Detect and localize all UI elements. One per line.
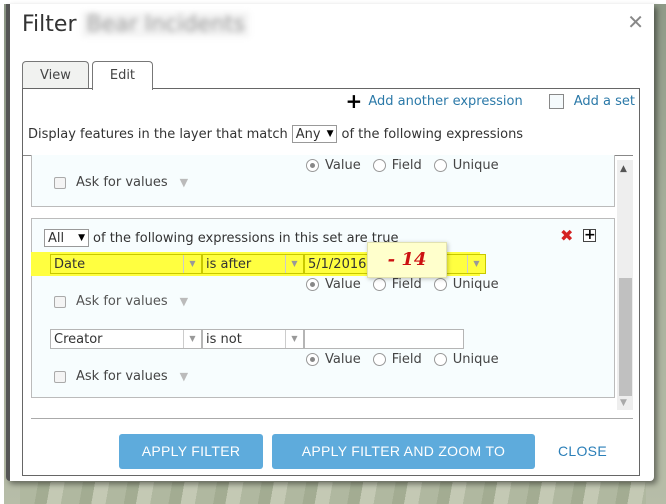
set-match-select-value: All (48, 230, 65, 246)
filter-dialog: Filter Bear Incidents ✕ View Edit + Add … (6, 4, 654, 481)
radio-unique[interactable] (433, 353, 447, 366)
set-match-select[interactable]: All ▼ (44, 229, 90, 247)
operator-select-value: is after (206, 256, 252, 272)
tab-bar: View Edit (22, 61, 156, 90)
field-select-value: Date (54, 256, 86, 272)
caret-down-icon: ▼ (326, 129, 334, 139)
chevron-down-icon: ▼ (467, 255, 485, 273)
chevron-down-icon: ▼ (285, 330, 303, 348)
radio-value-label: Value (325, 277, 361, 292)
expression-list: Value Field Unique Ask for values ▼ All (31, 155, 633, 412)
field-select[interactable]: Creator ▼ (50, 329, 202, 349)
triangle-down-icon: ▼ (179, 370, 189, 383)
match-suffix: of the following expressions (341, 126, 524, 142)
dialog-title-text: Filter (22, 12, 77, 37)
apply-filter-button[interactable]: APPLY FILTER (119, 434, 263, 469)
radio-value-label: Value (325, 352, 361, 367)
ask-for-values-label: Ask for values (76, 369, 168, 384)
remove-set-icon[interactable]: ✖ (560, 226, 573, 245)
radio-unique-label: Unique (452, 352, 499, 367)
chevron-down-icon: ▼ (285, 255, 303, 273)
match-line: Display features in the layer that match… (28, 125, 523, 143)
radio-field-label: Field (391, 277, 422, 292)
tab-view[interactable]: View (22, 61, 89, 89)
scrollbar[interactable]: ▲ ▼ (617, 160, 633, 410)
radio-unique-label: Unique (452, 277, 499, 292)
radio-value[interactable] (306, 159, 319, 172)
set-match-line: All ▼ of the following expressions in th… (44, 229, 398, 247)
field-select-value: Creator (54, 331, 103, 347)
radio-value[interactable] (306, 353, 319, 366)
expression-row-creator: Creator ▼ is not ▼ (50, 329, 464, 349)
chevron-down-icon: ▼ (183, 255, 201, 273)
ask-for-values-row: Ask for values ▼ (54, 294, 188, 309)
scrollbar-thumb[interactable] (619, 278, 632, 396)
ask-for-values-checkbox[interactable] (54, 370, 66, 383)
add-set-link[interactable]: Add a set (574, 94, 635, 109)
ask-for-values-label: Ask for values (76, 175, 168, 190)
top-actions: + Add another expression Add a set (346, 91, 639, 111)
triangle-down-icon: ▼ (179, 295, 189, 308)
dialog-title: Filter Bear Incidents (22, 12, 249, 37)
radio-unique[interactable] (433, 159, 447, 172)
layer-name-redacted: Bear Incidents (82, 12, 249, 37)
divider (31, 418, 633, 419)
ask-for-values-row: Ask for values ▼ (54, 175, 188, 190)
match-select-value: Any (295, 126, 321, 142)
set-match-text: of the following expressions in this set… (93, 230, 399, 246)
value-type-radios: Value Field Unique (306, 158, 511, 173)
scroll-up-icon[interactable]: ▲ (620, 164, 627, 174)
ask-for-values-checkbox[interactable] (54, 176, 66, 189)
radio-field-label: Field (391, 352, 422, 367)
radio-unique[interactable] (433, 278, 447, 291)
annotation-tooltip: - 14 (367, 242, 447, 278)
tab-edit[interactable]: Edit (91, 61, 154, 90)
ask-for-values-label: Ask for values (76, 294, 168, 309)
plus-icon[interactable]: + (346, 91, 363, 111)
radio-unique-label: Unique (452, 158, 499, 173)
apply-filter-zoom-button[interactable]: APPLY FILTER AND ZOOM TO (272, 434, 535, 469)
radio-field[interactable] (372, 353, 386, 366)
value-type-radios: Value Field Unique (306, 352, 511, 367)
add-expression-to-set-icon[interactable]: + (583, 228, 596, 242)
expression-set-2: All ▼ of the following expressions in th… (31, 218, 615, 398)
chevron-down-icon: ▼ (183, 330, 201, 348)
expression-set-1: Value Field Unique Ask for values ▼ (31, 155, 615, 207)
close-button[interactable]: CLOSE (558, 434, 607, 469)
ask-for-values-row: Ask for values ▼ (54, 369, 188, 384)
radio-field[interactable] (372, 159, 386, 172)
value-input[interactable] (304, 329, 464, 349)
field-select[interactable]: Date ▼ (50, 254, 202, 274)
radio-value-label: Value (325, 158, 361, 173)
add-set-checkbox[interactable] (548, 93, 564, 109)
value-type-radios: Value Field Unique (306, 277, 511, 292)
triangle-down-icon: ▼ (179, 176, 189, 189)
edit-panel: + Add another expression Add a set Displ… (22, 88, 640, 476)
caret-down-icon: ▼ (78, 233, 86, 243)
operator-select[interactable]: is after ▼ (202, 254, 304, 274)
match-select[interactable]: Any ▼ (291, 125, 338, 143)
match-prefix: Display features in the layer that match (28, 126, 288, 142)
radio-field-label: Field (391, 158, 422, 173)
add-expression-link[interactable]: Add another expression (368, 94, 522, 109)
scroll-down-icon[interactable]: ▼ (620, 398, 627, 408)
ask-for-values-checkbox[interactable] (54, 295, 66, 308)
operator-select-value: is not (206, 331, 242, 347)
map-strip (20, 482, 646, 504)
close-icon[interactable]: ✕ (627, 10, 644, 34)
radio-field[interactable] (372, 278, 386, 291)
operator-select[interactable]: is not ▼ (202, 329, 304, 349)
radio-value[interactable] (306, 278, 319, 291)
